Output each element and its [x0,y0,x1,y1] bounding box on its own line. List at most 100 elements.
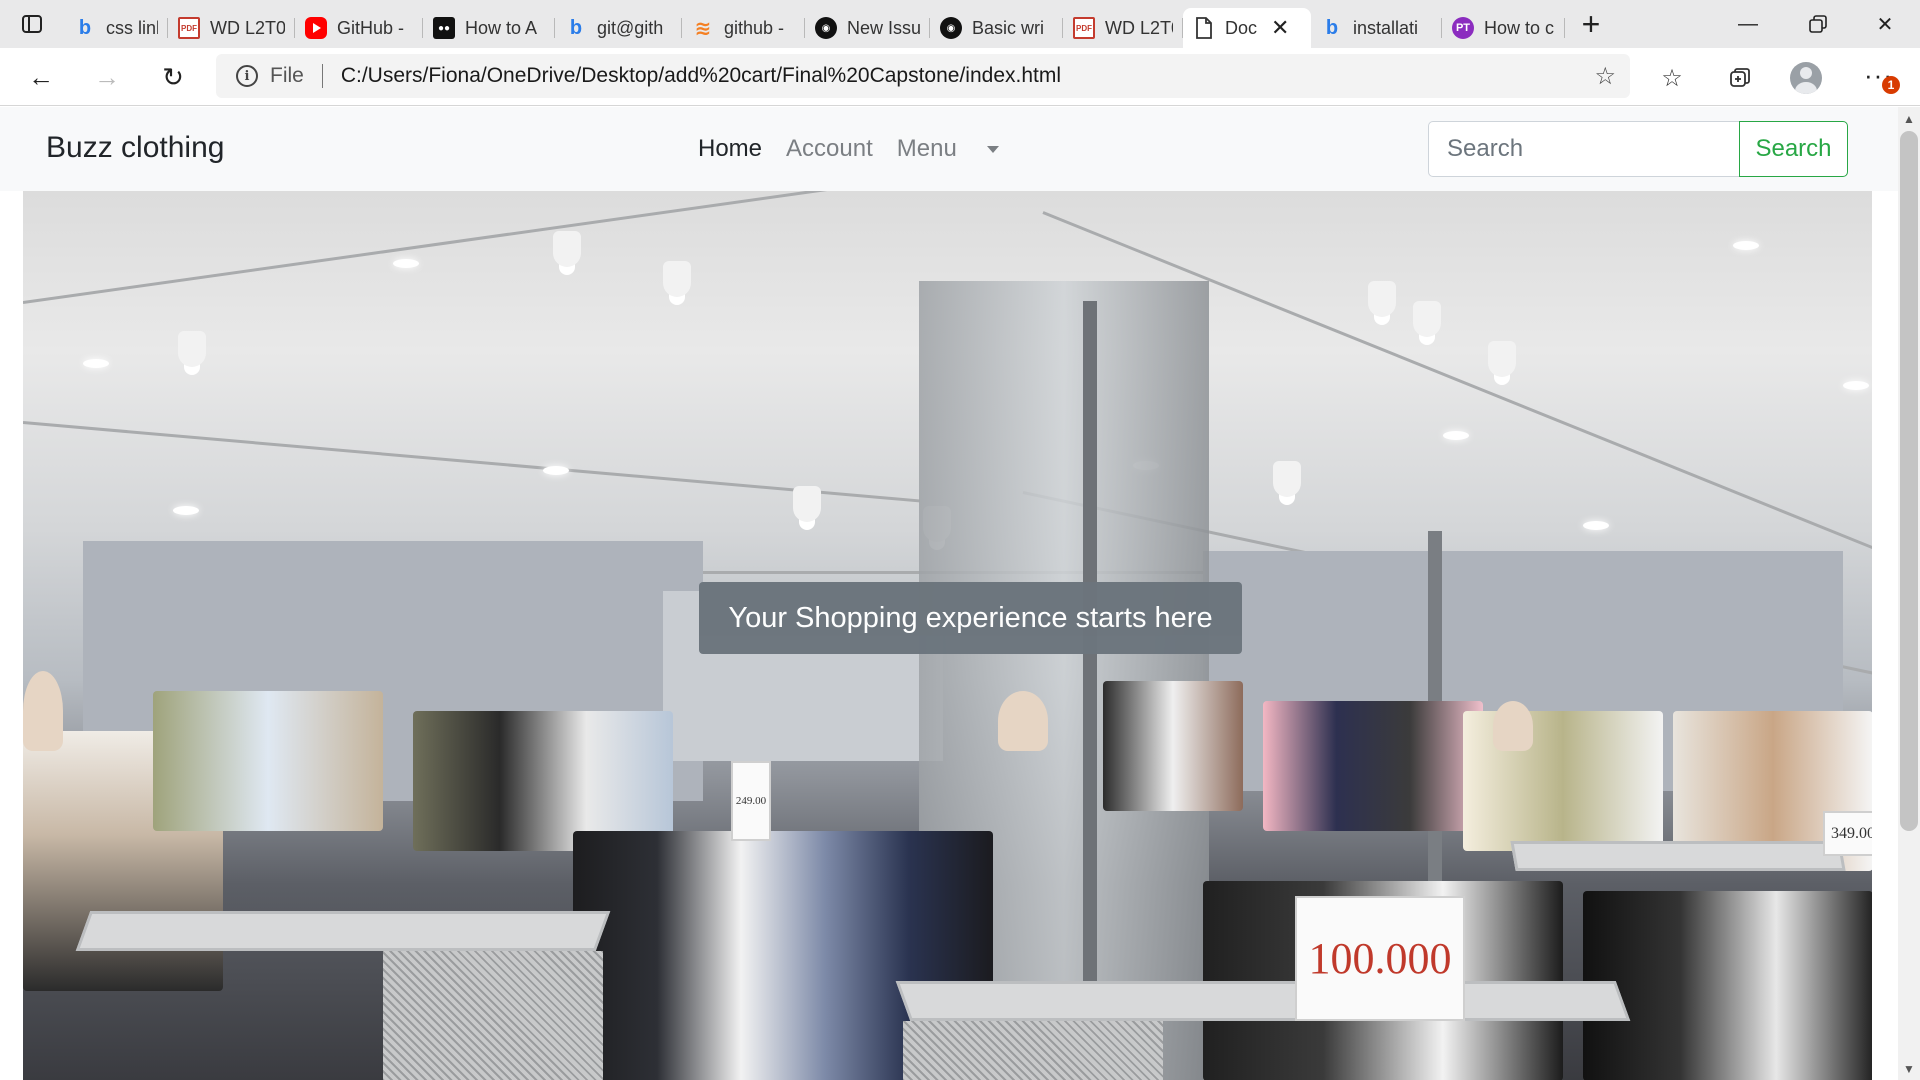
browser-tab[interactable]: ●● How to A [423,8,555,48]
info-icon[interactable]: i [236,65,258,87]
clothing-rack [1583,891,1872,1080]
favorites-button[interactable]: ☆ [1652,58,1692,98]
browser-tab[interactable]: PDF WD L2T0 [168,8,295,48]
notification-badge: 1 [1882,76,1900,94]
browser-tab[interactable]: PDF WD L2T0 [1063,8,1183,48]
ceiling-light [173,506,199,515]
pdf-icon-text: PDF [1076,23,1092,33]
address-separator [321,64,323,88]
caret-down-icon [986,146,999,154]
browser-tab[interactable]: PT How to c [1442,8,1565,48]
plus-icon: + [1581,5,1601,42]
scheme-label: File [270,64,304,87]
clothing-rack [413,711,673,851]
tab-title: WD L2T0 [1105,17,1173,38]
display-table-mesh [903,1021,1163,1080]
clothing-rack [153,691,383,831]
spot-lamp [1413,301,1441,337]
tab-title: How to c [1484,17,1555,38]
display-table [1510,841,1846,871]
close-window-button[interactable]: ✕ [1850,0,1920,48]
bing-icon: b [1325,16,1339,39]
stackoverflow-icon: ≋ [694,17,712,40]
ceiling-light [1843,381,1869,390]
address-bar[interactable]: i File C:/Users/Fiona/OneDrive/Desktop/a… [216,54,1630,98]
refresh-icon: ↻ [162,61,184,92]
forward-button[interactable]: → [86,56,128,98]
restore-button[interactable] [1783,0,1853,48]
browser-tab[interactable]: ◉ New Issu [805,8,930,48]
ceiling-light [1583,521,1609,530]
tab-title: Doc [1225,17,1257,38]
nav-home-link[interactable]: Home [698,135,762,163]
tab-title: github - [724,17,785,38]
page-viewport: Buzz clothing Home Account Menu Search S… [0,107,1898,1080]
ceiling-light [1733,241,1759,250]
nav-links: Home Account Menu [698,135,1023,163]
profile-avatar[interactable] [1790,62,1822,94]
hero-image: 100.000 349.00 249.00 Your Shopping expe… [23,191,1872,1080]
search-input[interactable] [1428,121,1740,177]
price-tag: 249.00 [731,761,771,841]
scroll-down-icon[interactable]: ▼ [1902,1062,1916,1076]
browser-tab[interactable]: GitHub - [295,8,423,48]
brand-logo[interactable]: Buzz clothing [46,131,224,165]
ceiling-track [23,191,974,304]
nav-menu-dropdown[interactable]: Menu [897,135,999,163]
browser-tab[interactable]: b installati [1311,8,1442,48]
menu-label: Menu [896,135,957,162]
price-tag: 349.00 [1823,811,1872,856]
spot-lamp [1368,281,1396,317]
spot-lamp [663,261,691,297]
pillar-edge [1083,301,1097,1080]
restore-icon [1809,15,1827,33]
pt-icon-text: PT [1455,22,1471,34]
nav-account-link[interactable]: Account [786,135,873,163]
price-tag: 100.000 [1295,896,1465,1021]
pdf-icon-text: PDF [181,23,197,33]
close-tab-icon[interactable]: ✕ [1271,15,1289,41]
spot-lamp [178,331,206,367]
browser-toolbar: ← → ↻ i File C:/Users/Fiona/OneDrive/Des… [0,48,1920,106]
pdf-icon: PDF [178,17,200,39]
pt-icon: PT [1452,17,1474,39]
back-button[interactable]: ← [20,56,62,98]
tab-title: How to A [465,17,538,38]
bing-icon: b [78,16,92,39]
arrow-left-icon: ← [28,61,54,92]
favorites-icon: ☆ [1661,64,1683,92]
collections-icon [1730,68,1750,87]
tab-title: git@gith [597,17,664,38]
clothing-rack [1103,681,1243,811]
refresh-button[interactable]: ↻ [152,56,194,98]
new-tab-button[interactable]: + [1565,0,1617,48]
document-icon [1193,17,1215,39]
tab-title: Basic wri [972,17,1045,38]
scroll-up-icon[interactable]: ▲ [1902,112,1916,126]
hero-caption: Your Shopping experience starts here [699,582,1242,654]
add-favorite-icon[interactable]: ☆ [1594,62,1616,91]
tab-actions-button[interactable] [0,0,64,48]
ceiling-light [543,466,569,475]
browser-tab[interactable]: b css link - [64,8,168,48]
browser-tab[interactable]: ◉ Basic wri [930,8,1063,48]
site-navbar: Buzz clothing Home Account Menu Search [0,107,1898,191]
collections-button[interactable] [1720,58,1760,98]
minimize-icon: — [1738,12,1758,35]
clothing-rack [1263,701,1483,831]
search-button[interactable]: Search [1739,121,1848,177]
bing-icon: b [569,16,583,39]
mannequin [23,671,63,751]
tab-title: GitHub - [337,17,405,38]
arrow-right-icon: → [94,61,120,92]
scrollbar-thumb[interactable] [1900,131,1918,831]
minimize-button[interactable]: — [1713,0,1783,48]
browser-tab[interactable]: b git@gith [555,8,682,48]
browser-tab[interactable]: ≋ github - [682,8,805,48]
url-text[interactable]: C:/Users/Fiona/OneDrive/Desktop/add%20ca… [341,64,1061,88]
spot-lamp [1273,461,1301,497]
close-icon: ✕ [1876,13,1894,36]
ceiling-track [23,421,920,503]
browser-tab-strip: b css link - PDF WD L2T0 GitHub - ●● How… [0,0,1920,48]
browser-tab-active[interactable]: Doc ✕ [1183,8,1311,48]
